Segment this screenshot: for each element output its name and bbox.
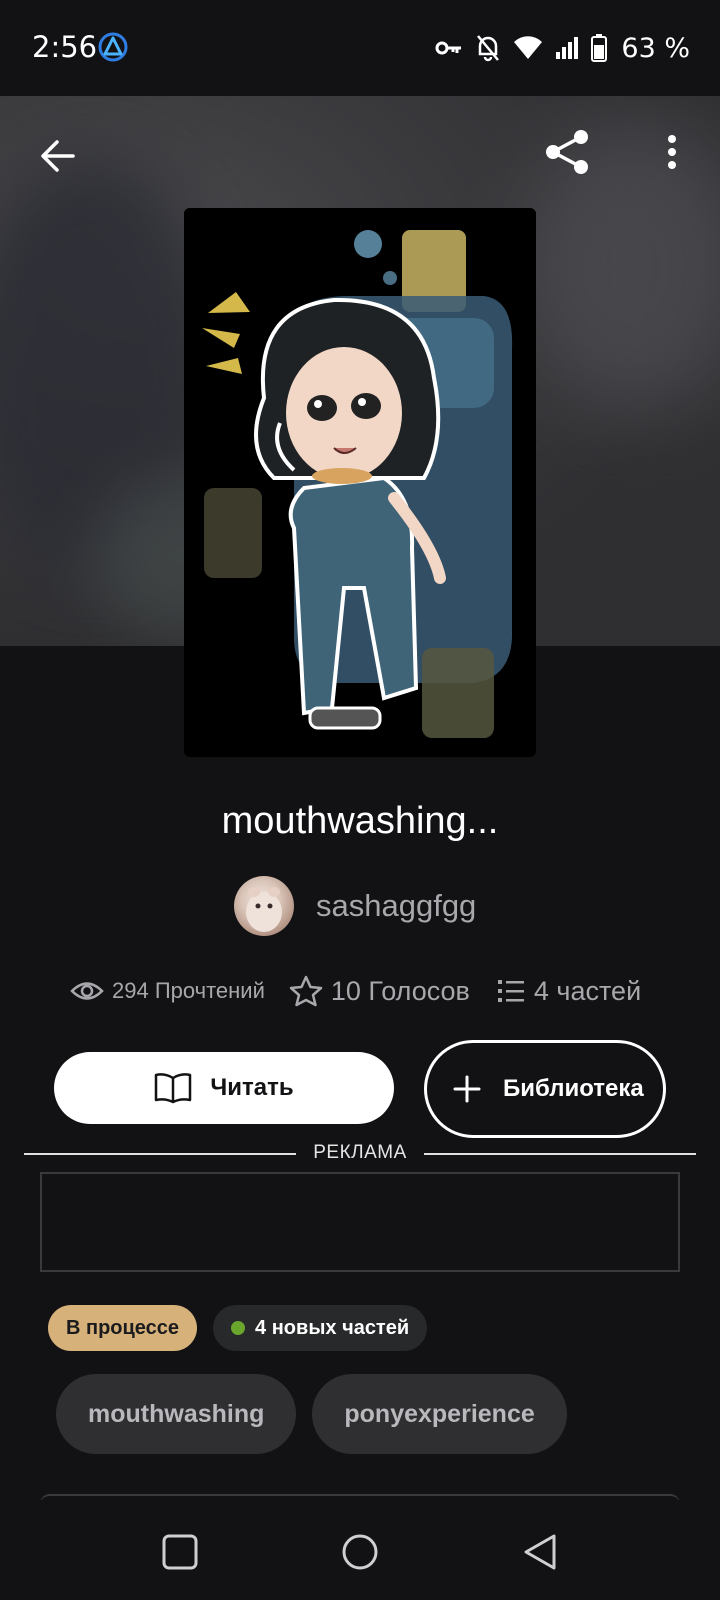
- plus-icon: [453, 1075, 481, 1103]
- author-link[interactable]: sashaggfgg: [234, 876, 476, 936]
- votes-stat: 10 Голосов: [289, 975, 470, 1007]
- more-options-button[interactable]: [648, 124, 696, 180]
- new-parts-dot-icon: [231, 1321, 246, 1335]
- parts-stat: 4 частей: [497, 975, 642, 1007]
- parts-count: 4 частей: [533, 975, 642, 1006]
- more-vertical-icon: [668, 135, 676, 169]
- new-parts-label: 4 новых частей: [255, 1316, 410, 1339]
- tags-list: mouthwashing ponyexperience: [56, 1374, 567, 1454]
- book-open-icon: [155, 1073, 192, 1104]
- share-button[interactable]: [540, 124, 596, 180]
- new-parts-badge: 4 новых частей: [213, 1305, 428, 1351]
- status-time: 2:56: [32, 30, 98, 64]
- votes-count: 10 Голосов: [330, 975, 470, 1006]
- system-navigation-bar: [0, 1500, 720, 1600]
- notifications-off-icon: [475, 34, 501, 62]
- list-icon: [497, 980, 524, 1002]
- ad-divider: РЕКЛАМА: [24, 1140, 696, 1170]
- read-button-label: Читать: [210, 1074, 294, 1101]
- cover-illustration: [184, 208, 536, 757]
- read-button[interactable]: Читать: [54, 1052, 394, 1124]
- library-button-label: Библиотека: [503, 1075, 644, 1102]
- back-triangle-icon: [524, 1534, 556, 1570]
- wifi-icon: [513, 36, 543, 60]
- battery-icon: [591, 34, 608, 62]
- nav-back-button[interactable]: [512, 1524, 568, 1580]
- story-title: mouthwashing...: [221, 800, 499, 842]
- back-arrow-icon: [41, 140, 75, 172]
- status-bar: 2:56 63 %: [0, 0, 720, 96]
- status-icons: 63 %: [435, 30, 690, 66]
- signal-icon: [555, 36, 579, 60]
- recents-button[interactable]: [152, 1524, 208, 1580]
- author-name: sashaggfgg: [316, 888, 477, 923]
- story-badges: В процессе 4 новых частей: [48, 1304, 428, 1352]
- home-button[interactable]: [332, 1524, 388, 1580]
- story-stats: 294 Прочтений 10 Голосов 4 частей: [70, 970, 641, 1012]
- ad-slot[interactable]: [40, 1172, 680, 1272]
- vpn-key-icon: [435, 38, 463, 58]
- share-icon: [546, 130, 588, 174]
- tag-chip[interactable]: ponyexperience: [312, 1374, 567, 1454]
- back-button[interactable]: [30, 128, 86, 184]
- reads-count: 294 Прочтений: [112, 978, 265, 1003]
- story-cover[interactable]: [184, 208, 536, 757]
- author-avatar: [234, 876, 294, 936]
- app-notification-icon: [98, 32, 128, 62]
- recents-square-icon: [162, 1534, 198, 1570]
- tag-chip[interactable]: mouthwashing: [56, 1374, 297, 1454]
- status-badge: В процессе: [48, 1305, 198, 1351]
- add-to-library-button[interactable]: Библиотека: [424, 1040, 666, 1138]
- battery-percent: 63 %: [621, 32, 690, 64]
- home-circle-icon: [342, 1534, 378, 1570]
- star-icon: [289, 975, 323, 1007]
- reads-stat: 294 Прочтений: [70, 978, 265, 1004]
- eye-icon: [70, 982, 104, 1000]
